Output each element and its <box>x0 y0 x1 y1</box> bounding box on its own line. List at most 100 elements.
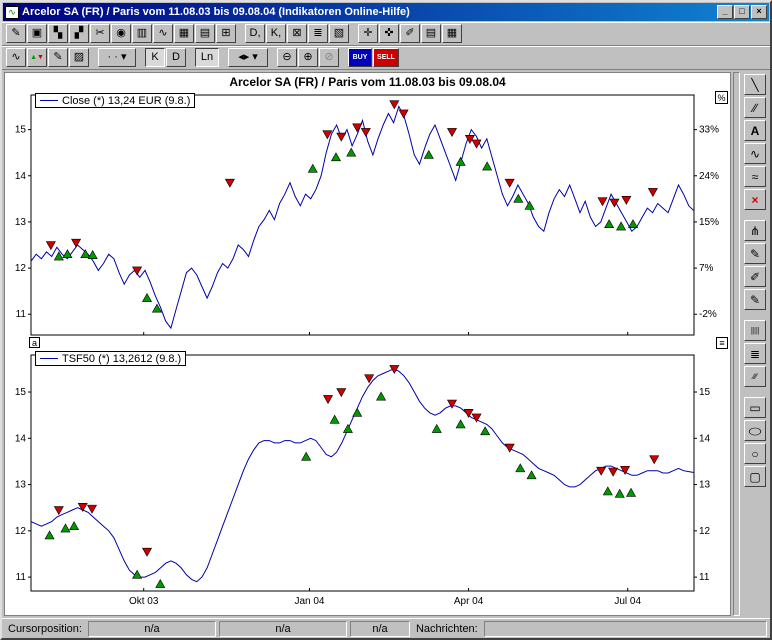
volume-display[interactable]: ▥ <box>132 24 152 43</box>
x-axis-label: Apr 04 <box>454 596 483 607</box>
vertical-lines-tool[interactable]: |||| <box>744 320 766 341</box>
channel-tool[interactable]: ✐ <box>744 266 766 287</box>
ellipse-tool[interactable]: ◯ <box>744 420 766 441</box>
zoom-out[interactable]: ⊖ <box>277 48 297 67</box>
window-title: Arcelor SA (FR) / Paris vom 11.08.03 bis… <box>22 6 717 18</box>
indicator-curve[interactable]: ∿ <box>153 24 173 43</box>
notes-window[interactable]: ▤ <box>421 24 441 43</box>
axis-tick-label: 13 <box>15 480 27 491</box>
trendline-tool[interactable]: ╲ <box>744 74 766 95</box>
axis-tick-label: 11 <box>16 309 27 320</box>
edit-chart[interactable]: ✎ <box>6 24 26 43</box>
horizontal-lines-tool[interactable]: ≣ <box>744 343 766 364</box>
trade-signals[interactable]: ▲▼ <box>27 48 47 67</box>
axis-tick-label: 13 <box>699 480 711 491</box>
compare-security[interactable]: ▞ <box>69 24 89 43</box>
news-field <box>484 621 767 637</box>
draw-tool[interactable]: ✐ <box>400 24 420 43</box>
line-style-dropdown[interactable]: · · ▾ <box>98 48 136 67</box>
main-toolbar: ✎▣▚▞✂◉▥∿▦▤⊞D,K,⊠≣▧✛✜✐▤▦ <box>2 22 770 46</box>
percent-axis-button[interactable]: % <box>715 91 728 104</box>
axis-tick-label: 33% <box>699 125 719 136</box>
legend-line-sample <box>40 100 58 101</box>
price-panel[interactable]: 1533%1424%1315%127%11-2% Close (*) 13,24… <box>5 89 730 339</box>
minimize-button[interactable]: _ <box>717 5 733 19</box>
chart-toolbar: ∿▲▼✎▨ · · ▾ KD Ln ◂▸ ▾ ⊖⊕⊘ BUYSELL <box>2 46 770 70</box>
layout[interactable]: ▧ <box>329 24 349 43</box>
news-label: Nachrichten: <box>413 623 481 635</box>
legend-line-sample <box>40 358 58 359</box>
regression-tool[interactable]: ✎ <box>744 243 766 264</box>
log-scale-toggle[interactable]: Ln <box>195 48 219 67</box>
delete-window[interactable]: ⊠ <box>287 24 307 43</box>
panel-divider[interactable]: a ≡ <box>5 339 730 349</box>
circle-tool[interactable]: ○ <box>744 443 766 464</box>
freehand-tool[interactable]: ∿ <box>744 143 766 164</box>
drawing-tool-palette: ╲∕∕A∿≈×⋔✎✐✎||||≣∕∕∕▭◯○▢ <box>742 72 768 616</box>
x-axis-label: Jul 04 <box>614 596 641 607</box>
indicator-panel[interactable]: 15151414131312121111 TSF50 (*) 13,2612 (… <box>5 349 730 595</box>
zoom-in[interactable]: ⊕ <box>298 48 318 67</box>
export[interactable]: ⊞ <box>216 24 236 43</box>
maximize-button[interactable]: □ <box>734 5 750 19</box>
curve-tool[interactable]: ≈ <box>744 166 766 187</box>
zigzag-indicator[interactable]: ∿ <box>6 48 26 67</box>
x-axis-labels: Okt 03 Jan 04 Apr 04 Jul 04 <box>5 595 730 611</box>
scroll-dropdown[interactable]: ◂▸ ▾ <box>228 48 268 67</box>
period-candle-dropdown[interactable]: K, <box>266 24 286 43</box>
splitter-strip[interactable] <box>733 72 740 616</box>
portfolio[interactable]: ▚ <box>48 24 68 43</box>
data-table[interactable]: ▦ <box>174 24 194 43</box>
axis-tick-label: 13 <box>15 217 27 228</box>
chart-window: Arcelor SA (FR) / Paris vom 11.08.03 bis… <box>4 72 731 616</box>
pitchfork-tool[interactable]: ⋔ <box>744 220 766 241</box>
cursor-x-field: n/a <box>88 621 216 637</box>
cursor-value-field: n/a <box>350 621 410 637</box>
axis-tick-label: 24% <box>699 171 719 182</box>
x-axis-label: Jan 04 <box>294 596 324 607</box>
candle-chart-toggle[interactable]: K <box>145 48 165 67</box>
delete-drawing-tool[interactable]: × <box>744 189 766 210</box>
pane-a-button[interactable]: a <box>29 337 40 348</box>
move-tool[interactable]: ✜ <box>379 24 399 43</box>
axis-tick-label: 14 <box>15 433 27 444</box>
axis-tick-label: 11 <box>16 572 27 583</box>
quote-window[interactable]: ▦ <box>442 24 462 43</box>
app-window: ∿ Arcelor SA (FR) / Paris vom 11.08.03 b… <box>0 0 772 640</box>
rectangle-tool[interactable]: ▭ <box>744 397 766 418</box>
alerts[interactable]: ◉ <box>111 24 131 43</box>
copy-chart[interactable]: ▣ <box>27 24 47 43</box>
crosshair-tool[interactable]: ✛ <box>358 24 378 43</box>
indicator-chart[interactable]: 15151414131312121111 <box>5 349 728 595</box>
news-window[interactable]: ▤ <box>195 24 215 43</box>
axis-tick-label: 15% <box>699 217 719 228</box>
axis-tick-label: 15 <box>15 387 27 398</box>
period-day-dropdown[interactable]: D, <box>245 24 265 43</box>
text-tool[interactable]: A <box>744 120 766 141</box>
price-legend: Close (*) 13,24 EUR (9.8.) <box>35 93 195 108</box>
axis-tick-label: -2% <box>699 309 717 320</box>
sell-order[interactable]: SELL <box>373 48 399 67</box>
pencil-edit[interactable]: ✎ <box>48 48 68 67</box>
signal-settings[interactable]: ✂ <box>90 24 110 43</box>
axis-tick-label: 14 <box>699 433 711 444</box>
fibonacci-tool[interactable]: ✎ <box>744 289 766 310</box>
titlebar[interactable]: ∿ Arcelor SA (FR) / Paris vom 11.08.03 b… <box>3 3 769 21</box>
buy-order[interactable]: BUY <box>348 48 372 67</box>
parallel-lines-tool[interactable]: ∕∕ <box>744 97 766 118</box>
diagonal-lines-tool[interactable]: ∕∕∕ <box>744 366 766 387</box>
axis-tick-label: 15 <box>699 387 711 398</box>
price-chart[interactable]: 1533%1424%1315%127%11-2% <box>5 89 728 339</box>
axis-tick-label: 14 <box>15 171 27 182</box>
line-chart-toggle[interactable]: D <box>166 48 186 67</box>
x-axis-label: Okt 03 <box>129 596 158 607</box>
close-button[interactable]: × <box>751 5 767 19</box>
indicator-legend: TSF50 (*) 13,2612 (9.8.) <box>35 351 186 366</box>
pane-menu-button[interactable]: ≡ <box>716 337 728 349</box>
cursor-position-label: Cursorposition: <box>5 623 85 635</box>
zoom-reset: ⊘ <box>319 48 339 67</box>
chart-properties[interactable]: ▨ <box>69 48 89 67</box>
rounded-rect-tool[interactable]: ▢ <box>744 466 766 487</box>
axis-tick-label: 15 <box>15 125 27 136</box>
window-list[interactable]: ≣ <box>308 24 328 43</box>
